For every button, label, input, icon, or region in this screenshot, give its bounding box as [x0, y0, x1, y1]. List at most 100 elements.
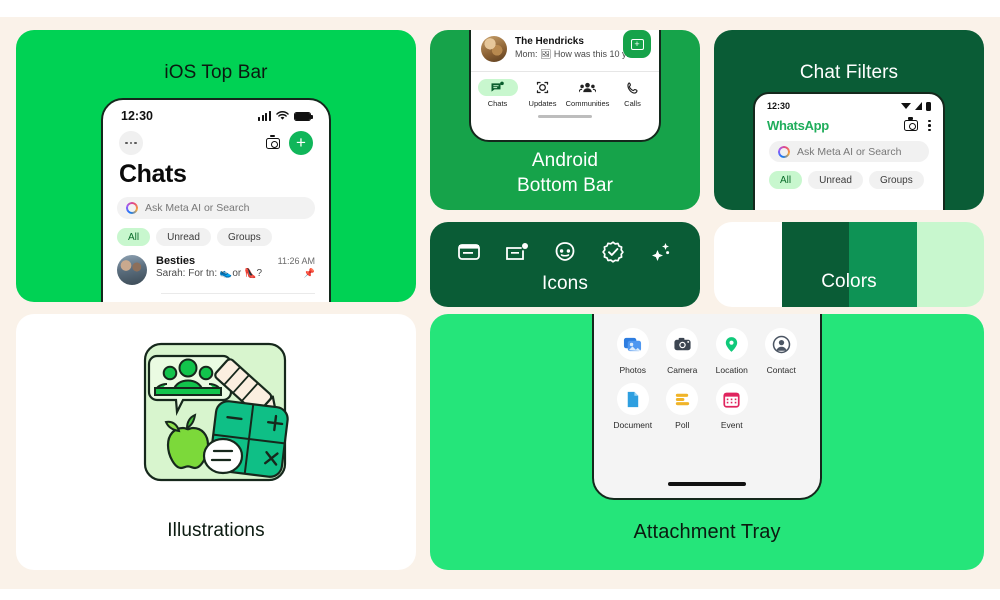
attachment-item-location[interactable]: Location [707, 328, 757, 375]
plus-icon[interactable]: + [289, 131, 313, 155]
color-swatch-mid-green [849, 222, 917, 307]
ios-action-row: + [103, 125, 329, 155]
document-icon [616, 383, 649, 415]
filter-pill-unread[interactable]: Unread [156, 228, 211, 246]
app-title: WhatsApp [767, 118, 829, 133]
camera-icon [666, 328, 699, 360]
new-chat-badge-icon [504, 239, 530, 265]
list-item-top-line: Besties 11:26 AM [156, 255, 315, 267]
verified-badge-icon [600, 239, 626, 265]
ios-action-right: + [266, 131, 313, 155]
list-item[interactable]: The Hendricks Mom: 🖼 How was this 10 yrs… [471, 30, 659, 62]
nav-item-calls[interactable]: Calls [610, 79, 655, 108]
pin-icon: 📌 [303, 268, 315, 278]
filter-pill-unread[interactable]: Unread [808, 171, 863, 189]
nav-label-calls: Calls [624, 99, 641, 108]
phone-mockup-ios: 12:30 + Chats Ask Meta AI or Search All … [101, 98, 331, 302]
chat-filter-pills: All Unread Groups [755, 162, 943, 189]
status-clock: 12:30 [121, 109, 153, 123]
bottom-nav: Chats Updates Communities Calls [471, 72, 659, 108]
chats-icon [477, 79, 518, 96]
app-bar-actions [904, 117, 931, 132]
new-chat-fab-icon[interactable] [623, 30, 651, 58]
color-swatch-white [714, 222, 782, 307]
card-title-ios: iOS Top Bar [16, 30, 416, 84]
nav-item-chats[interactable]: Chats [475, 79, 520, 108]
list-item[interactable]: Besties 11:26 AM Sarah: For tn: 👟or 👠? 📌 [103, 246, 329, 285]
attachment-label-document: Document [613, 420, 653, 430]
nav-item-updates[interactable]: Updates [520, 79, 565, 108]
kebab-menu-icon[interactable] [928, 119, 931, 132]
meta-ai-icon [778, 145, 790, 158]
wifi-icon [276, 111, 289, 120]
card-icons: Icons [430, 222, 700, 307]
attachment-label-contact: Contact [766, 365, 796, 375]
camera-icon[interactable] [266, 134, 280, 149]
ai-sparkles-icon [648, 239, 674, 265]
nav-label-chats: Chats [487, 99, 508, 108]
attachment-label-camera: Camera [667, 365, 698, 375]
card-title-attachment-text: Attachment Tray [633, 521, 781, 543]
attachment-item-contact[interactable]: Contact [757, 328, 807, 375]
list-item-bottom-line: Sarah: For tn: 👟or 👠? 📌 [156, 268, 315, 279]
location-pin-icon [715, 328, 748, 360]
more-dots-icon[interactable] [119, 131, 143, 155]
attachment-item-photos[interactable]: Photos [608, 328, 658, 375]
card-title-ios-text: iOS Top Bar [164, 62, 268, 83]
communities-icon [568, 79, 608, 96]
attachment-item-poll[interactable]: Poll [658, 383, 708, 430]
attachment-item-event[interactable]: Event [707, 383, 757, 430]
chat-name: Besties [156, 255, 196, 267]
filter-pill-all[interactable]: All [117, 228, 151, 246]
filter-pill-groups[interactable]: Groups [868, 171, 924, 189]
chat-bubble-icon [456, 239, 482, 265]
card-title-illustrations: Illustrations [16, 520, 416, 542]
phone-mockup-attachment: Photos Camera Location Contact Document … [592, 314, 822, 500]
attachment-item-document[interactable]: Document [608, 383, 658, 430]
filter-pill-all[interactable]: All [769, 171, 803, 189]
nav-item-communities[interactable]: Communities [565, 79, 610, 108]
card-title-android: Android Bottom Bar [430, 148, 700, 198]
card-title-filters: Chat Filters [714, 30, 984, 84]
camera-icon[interactable] [904, 117, 919, 131]
attachment-label-location: Location [715, 365, 748, 375]
avatar [481, 36, 507, 62]
battery-icon [294, 112, 314, 121]
home-indicator [668, 482, 746, 486]
card-title-android-line2: Bottom Bar [516, 175, 614, 197]
list-divider [161, 293, 315, 294]
event-calendar-icon [715, 383, 748, 415]
color-swatch-light-green [916, 222, 984, 307]
chat-timestamp: 11:26 AM [277, 256, 315, 266]
card-ios-top-bar: iOS Top Bar 12:30 + Chats Ask Meta AI or… [16, 30, 416, 302]
phone-mockup-filters: 12:30 WhatsApp Ask Meta AI or Search All… [753, 92, 945, 210]
search-input[interactable]: Ask Meta AI or Search [117, 197, 315, 219]
updates-icon [523, 79, 563, 96]
app-bar: WhatsApp [755, 111, 943, 133]
card-attachment-tray: Photos Camera Location Contact Document … [430, 314, 984, 570]
card-title-filters-text: Chat Filters [799, 62, 899, 83]
card-android-bottom-bar: The Hendricks Mom: 🖼 How was this 10 yrs… [430, 30, 700, 210]
avatar [117, 255, 147, 285]
search-placeholder: Ask Meta AI or Search [145, 202, 250, 214]
attachment-item-camera[interactable]: Camera [658, 328, 708, 375]
contact-icon [765, 328, 798, 360]
card-title-attachment: Attachment Tray [430, 521, 984, 544]
nav-label-communities: Communities [565, 99, 610, 108]
status-system-icons [257, 111, 314, 121]
page-canvas: iOS Top Bar 12:30 + Chats Ask Meta AI or… [0, 17, 1000, 589]
card-colors: Colors [714, 222, 984, 307]
home-indicator [538, 115, 592, 118]
screenshot-root: iOS Top Bar 12:30 + Chats Ask Meta AI or… [0, 0, 1000, 600]
attachment-grid-spacer [757, 383, 807, 430]
card-title-icons: Icons [430, 265, 700, 295]
status-clock: 12:30 [767, 101, 791, 111]
icon-showcase-row [430, 222, 700, 265]
poll-icon [666, 383, 699, 415]
card-title-illustrations-text: Illustrations [167, 520, 265, 541]
list-item-content: Besties 11:26 AM Sarah: For tn: 👟or 👠? 📌 [156, 255, 315, 285]
page-title: Chats [119, 160, 187, 188]
search-input[interactable]: Ask Meta AI or Search [769, 141, 929, 162]
filter-pill-groups[interactable]: Groups [216, 228, 272, 246]
calls-icon [613, 79, 653, 96]
